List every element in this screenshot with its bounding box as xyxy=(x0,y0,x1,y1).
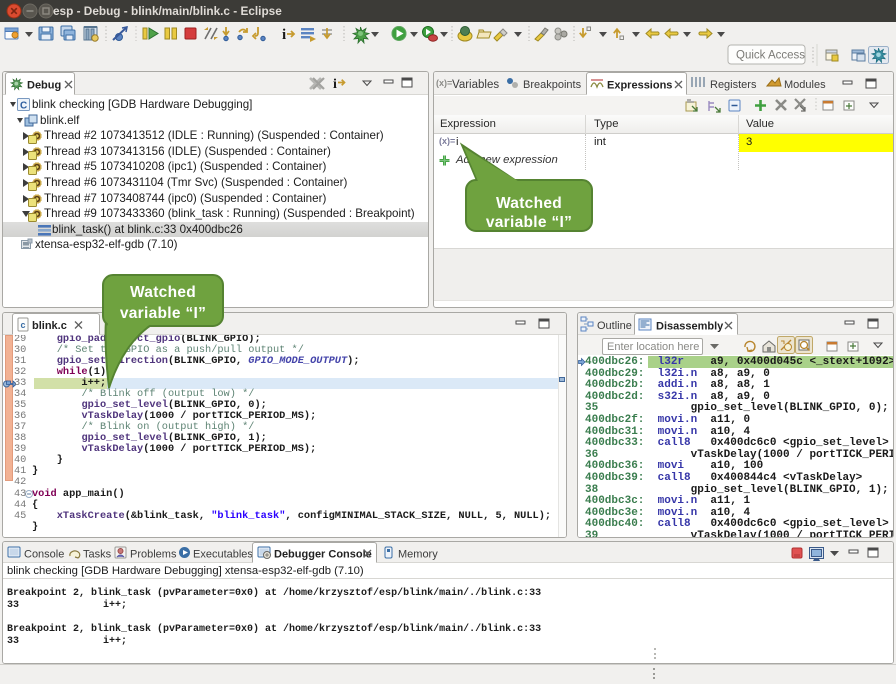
svg-text:Console: Console xyxy=(24,549,64,561)
svg-text:Quick Access: Quick Access xyxy=(736,50,805,62)
svg-text:i: i xyxy=(282,27,286,43)
svg-text:Memory: Memory xyxy=(398,549,438,561)
svg-text:c: c xyxy=(21,320,26,330)
svg-text:C: C xyxy=(20,101,27,112)
svg-text:Tasks: Tasks xyxy=(83,549,112,561)
svg-text:Registers: Registers xyxy=(710,79,757,91)
svg-text:Disassembly: Disassembly xyxy=(656,321,724,333)
svg-text:Expressions: Expressions xyxy=(607,80,672,92)
svg-text:Modules: Modules xyxy=(784,79,826,91)
svg-text:blink.c: blink.c xyxy=(32,320,67,332)
svg-text:Outline: Outline xyxy=(597,320,632,332)
svg-text:Executables: Executables xyxy=(193,549,252,561)
svg-text:Variables: Variables xyxy=(452,79,499,91)
svg-text:(x)=: (x)= xyxy=(436,78,452,88)
svg-text:Problems: Problems xyxy=(130,549,177,561)
svg-text:Debug: Debug xyxy=(27,80,61,92)
svg-text:Breakpoints: Breakpoints xyxy=(523,79,582,91)
svg-text:i: i xyxy=(333,77,337,92)
svg-text:Debugger Console: Debugger Console xyxy=(274,549,372,561)
